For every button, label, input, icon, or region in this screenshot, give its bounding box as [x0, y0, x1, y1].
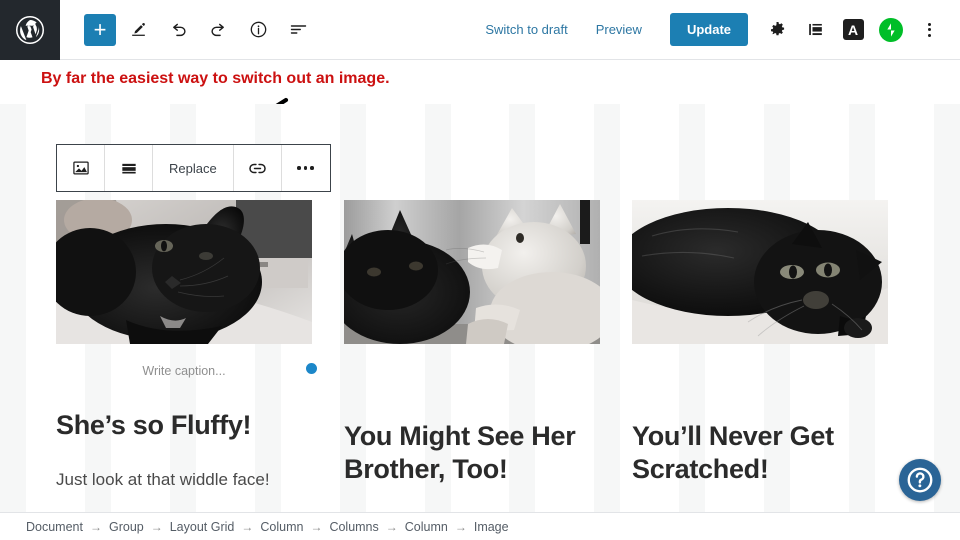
black-cat-and-white-cat-photo — [344, 200, 600, 344]
align-full-width-icon — [121, 163, 136, 174]
wordpress-logo-icon[interactable] — [0, 0, 60, 60]
horizontal-dots-icon — [297, 166, 314, 170]
image-caption-placeholder[interactable]: Write caption... — [56, 364, 312, 378]
redo-button[interactable] — [200, 12, 236, 48]
settings-button[interactable] — [758, 10, 796, 50]
image-icon — [72, 161, 89, 175]
info-circle-icon — [250, 21, 266, 38]
annotation-callout-text: By far the easiest way to switch out an … — [41, 70, 390, 87]
switch-to-draft-button[interactable]: Switch to draft — [471, 22, 581, 37]
breadcrumb-separator: → — [385, 519, 398, 534]
add-block-button[interactable]: + — [84, 13, 116, 46]
breadcrumb-separator: → — [454, 519, 467, 534]
breadcrumb-item[interactable]: Column — [260, 520, 303, 534]
block-layout-icon — [808, 23, 822, 36]
help-button[interactable] — [899, 459, 941, 501]
gear-icon — [770, 22, 784, 36]
image-block-2[interactable] — [344, 200, 600, 344]
list-view-button[interactable] — [280, 12, 316, 48]
undo-arrow-icon — [172, 23, 186, 37]
image-resize-handle-right[interactable] — [305, 362, 318, 376]
editor-top-bar: + Switch to draft Preview Update A — [0, 0, 960, 60]
preview-button[interactable]: Preview — [582, 22, 656, 37]
undo-button[interactable] — [160, 12, 196, 48]
column-block-1[interactable]: Write caption... She’s so Fluffy! Just l… — [56, 200, 318, 519]
redo-arrow-icon — [210, 23, 224, 37]
column-paragraph-1[interactable]: Just look at that widdle face! — [56, 468, 312, 493]
column-heading-2[interactable]: You Might See Her Brother, Too! — [344, 420, 600, 486]
yoast-seo-button[interactable]: A — [834, 10, 872, 50]
breadcrumb-item[interactable]: Layout Grid — [170, 520, 235, 534]
breadcrumb-separator: → — [310, 519, 323, 534]
vertical-dots-icon — [927, 22, 931, 37]
replace-button[interactable]: Replace — [153, 145, 234, 191]
column-block-3[interactable]: You’ll Never Get Scratched! When looking… — [632, 200, 888, 519]
wordpress-block-editor: + Switch to draft Preview Update A By fa… — [0, 0, 960, 540]
question-mark-circle-icon — [907, 467, 933, 493]
columns-block: Write caption... She’s so Fluffy! Just l… — [0, 200, 960, 519]
column-heading-3[interactable]: You’ll Never Get Scratched! — [632, 420, 888, 486]
block-more-options-button[interactable] — [282, 145, 330, 191]
breadcrumb-item[interactable]: Image — [474, 520, 509, 534]
black-fluffy-cat-photo — [56, 200, 312, 344]
block-type-image-button[interactable] — [57, 145, 105, 191]
plus-icon: + — [93, 16, 107, 42]
block-breadcrumb: Document → Group → Layout Grid → Column … — [0, 512, 960, 540]
column-heading-1[interactable]: She’s so Fluffy! — [56, 409, 312, 442]
align-button[interactable] — [105, 145, 153, 191]
breadcrumb-separator: → — [241, 519, 254, 534]
jetpack-button[interactable] — [872, 10, 910, 50]
image-block-toolbar: Replace — [56, 144, 331, 192]
yoast-a-badge-icon: A — [842, 19, 864, 40]
jetpack-bolt-icon — [879, 17, 903, 42]
details-button[interactable] — [240, 12, 276, 48]
breadcrumb-separator: → — [89, 519, 102, 534]
editor-actions-group: Switch to draft Preview Update A — [471, 10, 960, 50]
column-block-2[interactable]: You Might See Her Brother, Too! Baihu is… — [344, 200, 600, 519]
more-menu-button[interactable] — [910, 10, 948, 50]
editor-tools-group: + — [60, 12, 316, 48]
breadcrumb-item[interactable]: Document — [26, 520, 83, 534]
edit-tool-button[interactable] — [120, 12, 156, 48]
breadcrumb-item[interactable]: Columns — [329, 520, 378, 534]
list-view-icon — [290, 25, 306, 34]
block-panel-button[interactable] — [796, 10, 834, 50]
breadcrumb-item[interactable]: Column — [405, 520, 448, 534]
link-icon — [248, 163, 266, 173]
black-cat-lying-down-photo — [632, 200, 888, 344]
image-block-3[interactable] — [632, 200, 888, 344]
breadcrumb-item[interactable]: Group — [109, 520, 144, 534]
image-block-1[interactable] — [56, 200, 312, 344]
link-button[interactable] — [234, 145, 282, 191]
breadcrumb-separator: → — [150, 519, 163, 534]
update-button[interactable]: Update — [669, 13, 748, 46]
pencil-icon — [131, 23, 145, 36]
